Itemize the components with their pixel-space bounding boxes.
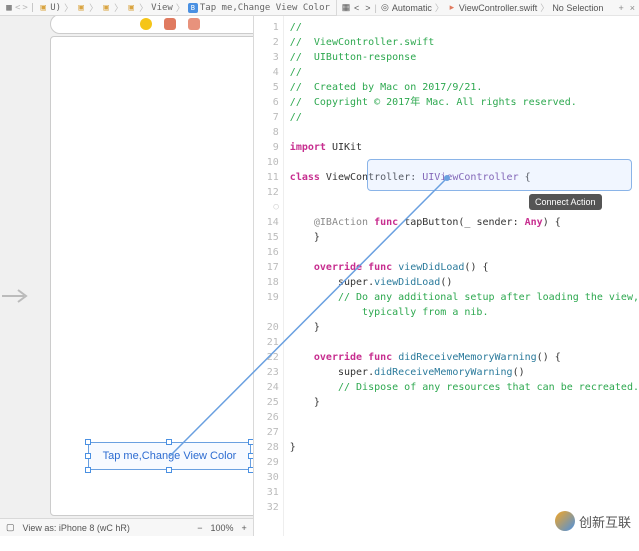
- rings-icon: ◎: [380, 3, 390, 13]
- view-as-label[interactable]: View as: iPhone 8 (wC hR): [23, 523, 130, 533]
- resize-handle[interactable]: [166, 439, 172, 445]
- grid-icon[interactable]: ▦: [4, 3, 14, 13]
- code-content[interactable]: //// ViewController.swift// UIButton-res…: [284, 16, 639, 536]
- chevron-left-icon[interactable]: <: [14, 3, 21, 13]
- bc-file[interactable]: ▸ViewController.swift: [445, 3, 539, 13]
- right-breadcrumb: ▦ < > | ◎Automatic 〉 ▸ViewController.swi…: [337, 0, 639, 16]
- interface-builder-pane: Tap me,Change View Color ▢ View as: iPho…: [0, 16, 254, 536]
- add-button[interactable]: +: [618, 3, 623, 13]
- orange-square-icon: [188, 18, 200, 30]
- nav-forward[interactable]: >: [362, 3, 373, 13]
- ib-bottom-bar: ▢ View as: iPhone 8 (wC hR) − 100% +: [0, 518, 253, 536]
- line-gutter: 123456789101112○141516171819202122232425…: [254, 16, 284, 536]
- red-square-icon: [164, 18, 176, 30]
- selected-uibutton[interactable]: Tap me,Change View Color: [88, 442, 251, 470]
- resize-handle[interactable]: [85, 453, 91, 459]
- bc-selection[interactable]: No Selection: [550, 3, 605, 13]
- grid-icon[interactable]: ▦: [341, 3, 351, 13]
- resize-handle[interactable]: [248, 439, 253, 445]
- zoom-out-button[interactable]: −: [197, 523, 202, 533]
- nav-back[interactable]: <: [351, 3, 362, 13]
- bc-folder-2[interactable]: ▣: [74, 3, 88, 13]
- resize-handle[interactable]: [248, 453, 253, 459]
- button-icon: B: [188, 3, 198, 13]
- bc-folder-4[interactable]: ▣: [124, 3, 138, 13]
- button-label: Tap me,Change View Color: [103, 450, 237, 462]
- ib-canvas[interactable]: Tap me,Change View Color: [0, 16, 253, 518]
- zoom-in-button[interactable]: +: [242, 523, 247, 533]
- bc-folder-1[interactable]: ▣U): [36, 3, 63, 13]
- left-breadcrumb: ▦ < > | ▣U) 〉 ▣ 〉 ▣ 〉 ▣ 〉 View 〉 BTap me…: [0, 0, 337, 16]
- bc-automatic[interactable]: ◎Automatic: [378, 3, 434, 13]
- watermark-text: 创新互联: [579, 512, 631, 531]
- close-button[interactable]: ×: [630, 3, 635, 13]
- folder-icon: ▣: [38, 3, 48, 13]
- bc-folder-3[interactable]: ▣: [99, 3, 113, 13]
- resize-handle[interactable]: [85, 439, 91, 445]
- device-icon[interactable]: ▢: [6, 522, 15, 533]
- zoom-level[interactable]: 100%: [211, 523, 234, 533]
- entry-arrow-icon: [0, 286, 30, 309]
- resize-handle[interactable]: [85, 467, 91, 473]
- code-editor[interactable]: 123456789101112○141516171819202122232425…: [254, 16, 639, 536]
- watermark-icon: [555, 511, 575, 531]
- swift-icon: ▸: [447, 3, 457, 13]
- yellow-dot-icon: [140, 18, 152, 30]
- code-editor-pane: 123456789101112○141516171819202122232425…: [254, 16, 639, 536]
- folder-icon: ▣: [101, 3, 111, 13]
- bc-button-item[interactable]: BTap me,Change View Color: [186, 3, 332, 13]
- bc-view[interactable]: View: [149, 3, 175, 13]
- folder-icon: ▣: [76, 3, 86, 13]
- resize-handle[interactable]: [248, 467, 253, 473]
- phone-top-bar: [50, 16, 253, 34]
- resize-handle[interactable]: [166, 467, 172, 473]
- watermark: 创新互联: [555, 511, 631, 531]
- folder-icon: ▣: [126, 3, 136, 13]
- chevron-right-icon[interactable]: >: [21, 3, 28, 13]
- connect-action-tooltip: Connect Action: [529, 194, 602, 210]
